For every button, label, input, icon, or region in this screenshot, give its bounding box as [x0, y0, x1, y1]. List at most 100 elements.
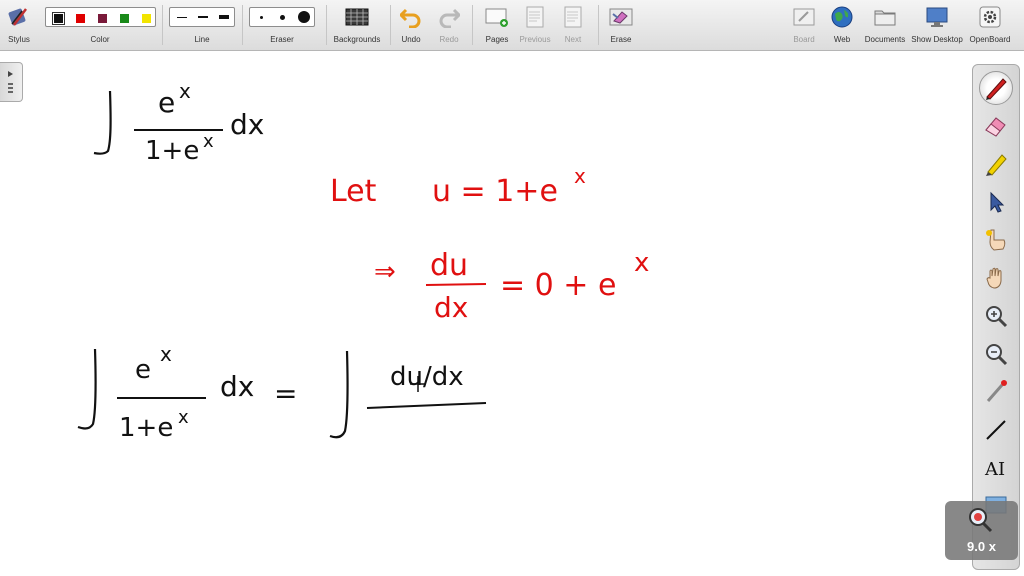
ink-line-3: ⇒ du dx = 0 + e x	[374, 248, 649, 324]
ink-text: u = 1+e	[432, 174, 558, 209]
undo-button[interactable]: Undo	[396, 0, 426, 50]
redo-button[interactable]: Redo	[434, 0, 464, 50]
color-swatch-red[interactable]	[75, 13, 86, 24]
line-medium-option[interactable]	[198, 16, 208, 18]
documents-button[interactable]: Documents	[862, 0, 908, 50]
undo-icon	[400, 8, 421, 28]
eraser-size-box	[249, 7, 315, 27]
fraction-bar	[425, 283, 487, 286]
zoom-in-icon	[986, 306, 1008, 328]
board-icon	[793, 8, 815, 26]
pen-tool-button[interactable]	[979, 71, 1013, 105]
show-desktop-button[interactable]: Show Desktop	[910, 0, 964, 50]
backgrounds-icon	[345, 8, 369, 26]
highlighter-tool-button[interactable]	[979, 147, 1013, 181]
line-thin-option[interactable]	[177, 17, 187, 18]
gear-icon	[979, 6, 1001, 28]
pages-label: Pages	[485, 35, 509, 44]
pointing-hand-icon	[986, 229, 1006, 251]
color-swatch-box	[45, 7, 156, 27]
folder-icon	[874, 10, 896, 26]
show-desktop-label: Show Desktop	[911, 35, 963, 44]
toolbar-divider	[326, 5, 327, 45]
toolbar-divider	[472, 5, 473, 45]
ink-text: du/dx	[390, 362, 464, 392]
undo-label: Undo	[401, 35, 421, 44]
pages-button[interactable]: Pages	[480, 0, 514, 50]
backgrounds-button[interactable]: Backgrounds	[330, 0, 384, 50]
board-label: Board	[793, 35, 815, 44]
previous-page-button[interactable]: Previous	[518, 0, 552, 50]
eraser-small-option[interactable]	[260, 16, 263, 19]
ink-line-1: e x 1+e x dx	[93, 79, 264, 166]
toolbar-divider	[242, 5, 243, 45]
color-selector: Color	[44, 0, 156, 50]
whiteboard-canvas[interactable]: e x 1+e x dx Let u = 1+e x ⇒ du dx = 0 +…	[0, 51, 960, 576]
zoom-out-tool-button[interactable]	[979, 337, 1013, 371]
erase-icon	[609, 8, 633, 26]
eraser-medium-option[interactable]	[280, 15, 285, 20]
ink-text: e	[135, 355, 151, 385]
zoom-in-tool-button[interactable]	[979, 299, 1013, 333]
ink-text: x	[179, 79, 191, 103]
erase-label: Erase	[610, 35, 632, 44]
previous-page-icon	[526, 6, 544, 28]
integral-sign	[77, 348, 97, 430]
laser-pointer-tool-button[interactable]	[979, 375, 1013, 409]
ink-text: 1+e	[119, 413, 173, 443]
pointer-icon	[990, 191, 1005, 213]
openboard-menu-button[interactable]: OpenBoard	[966, 0, 1014, 50]
line-label: Line	[194, 35, 210, 44]
hand-tool-button[interactable]	[979, 261, 1013, 295]
toolbar-divider	[390, 5, 391, 45]
board-button[interactable]: Board	[788, 0, 820, 50]
ink-text: Let	[330, 174, 377, 209]
monitor-icon	[926, 7, 948, 27]
line-width-selector: Line	[168, 0, 236, 50]
pen-icon	[986, 78, 1007, 100]
eraser-large-option[interactable]	[298, 11, 310, 23]
color-swatch-green[interactable]	[119, 13, 130, 24]
selector-tool-button[interactable]	[979, 185, 1013, 219]
ink-line-4: e x 1+e x dx = du/dx	[77, 342, 487, 443]
zoom-level-text: 9.0 x	[967, 539, 996, 554]
color-swatch-maroon[interactable]	[97, 13, 108, 24]
eraser-tool-button[interactable]	[979, 109, 1013, 143]
ink-text: x	[178, 407, 189, 428]
ink-text: ⇒	[374, 257, 396, 287]
ink-text: x	[203, 131, 214, 152]
zoom-level-overlay: 9.0 x	[945, 501, 1018, 560]
zoom-out-icon	[986, 344, 1008, 366]
color-swatch-yellow[interactable]	[141, 13, 152, 24]
color-swatch-black[interactable]	[52, 12, 65, 25]
web-button[interactable]: Web	[826, 0, 858, 50]
integral-sign	[93, 90, 112, 155]
ink-text: e	[158, 86, 175, 119]
text-tool-button[interactable]: AI	[979, 451, 1013, 485]
line-thick-option[interactable]	[219, 15, 229, 19]
toolbar-divider	[598, 5, 599, 45]
top-toolbar: Stylus Color Line Eraser Backgrounds Und…	[0, 0, 1024, 51]
zoom-magnifier-icon	[969, 508, 993, 533]
backgrounds-label: Backgrounds	[333, 35, 381, 44]
highlighter-icon	[986, 154, 1007, 176]
ink-text: du	[430, 248, 468, 283]
fraction-bar	[366, 402, 487, 409]
line-tool-button[interactable]	[979, 413, 1013, 447]
erase-button[interactable]: Erase	[604, 0, 638, 50]
stylus-button[interactable]: Stylus	[0, 0, 38, 50]
ink-text: dx	[230, 108, 264, 141]
ink-text: x	[574, 164, 586, 188]
toolbar-divider	[162, 5, 163, 45]
eraser-icon	[985, 117, 1006, 137]
next-page-button[interactable]: Next	[556, 0, 590, 50]
web-label: Web	[833, 35, 851, 44]
ink-text: 1+e	[145, 136, 199, 166]
tool-palette: AI	[972, 64, 1020, 570]
next-page-icon	[564, 6, 582, 28]
ink-text: =	[274, 377, 297, 410]
ink-text: = 0 + e	[500, 268, 616, 303]
next-label: Next	[564, 35, 582, 44]
ink-text: dx	[220, 370, 254, 403]
interact-tool-button[interactable]	[979, 223, 1013, 257]
